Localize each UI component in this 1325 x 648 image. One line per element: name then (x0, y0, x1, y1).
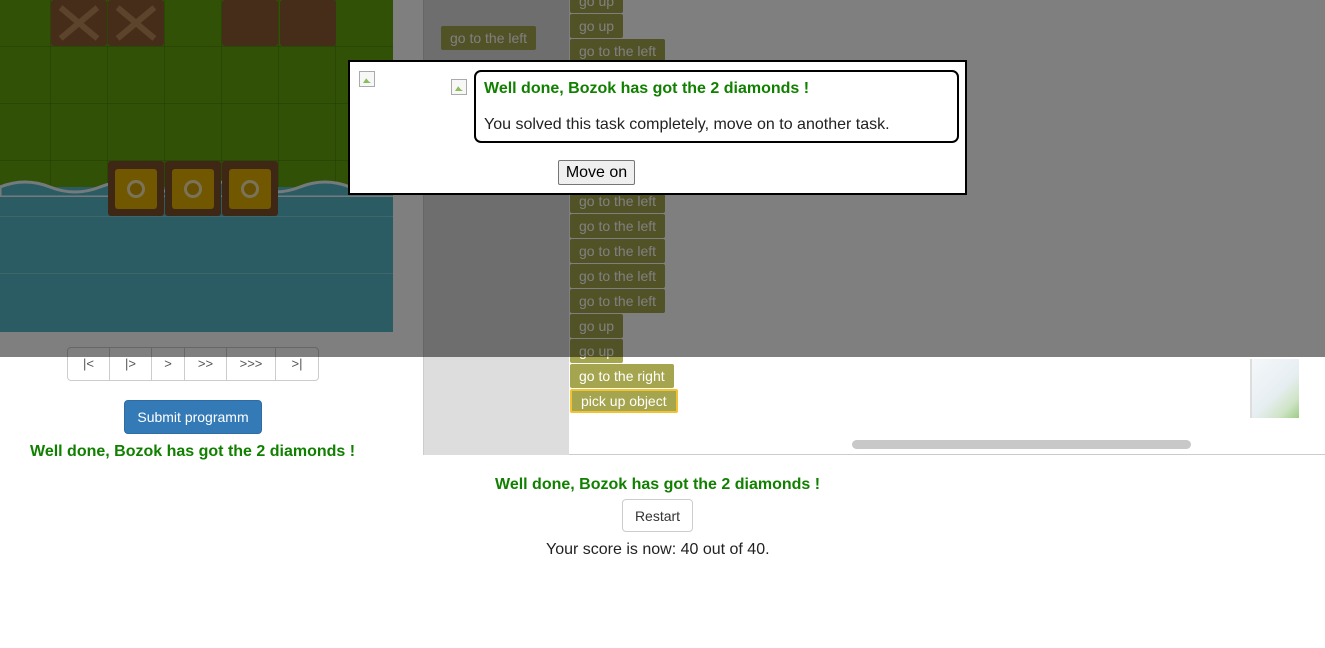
broken-image-icon (359, 71, 375, 87)
horizontal-scrollbar[interactable] (852, 440, 1191, 449)
success-message: Well done, Bozok has got the 2 diamonds … (30, 443, 356, 460)
success-dialog: Well done, Bozok has got the 2 diamonds … (348, 60, 967, 195)
result-message: Well done, Bozok has got the 2 diamonds … (495, 476, 821, 493)
workspace-thumbnail (1250, 359, 1299, 418)
selected-program-block[interactable]: pick up object (570, 389, 678, 413)
score-text: Your score is now: 40 out of 40. (546, 541, 770, 558)
broken-image-icon (451, 79, 467, 95)
submit-program-button[interactable]: Submit programm (124, 400, 262, 434)
dialog-title: Well done, Bozok has got the 2 diamonds … (484, 80, 810, 97)
speech-bubble: Well done, Bozok has got the 2 diamonds … (474, 70, 959, 143)
dialog-text: You solved this task completely, move on… (484, 116, 890, 133)
program-block[interactable]: go to the right (570, 364, 674, 388)
restart-button[interactable]: Restart (622, 499, 693, 532)
move-on-button[interactable]: Move on (558, 160, 635, 185)
